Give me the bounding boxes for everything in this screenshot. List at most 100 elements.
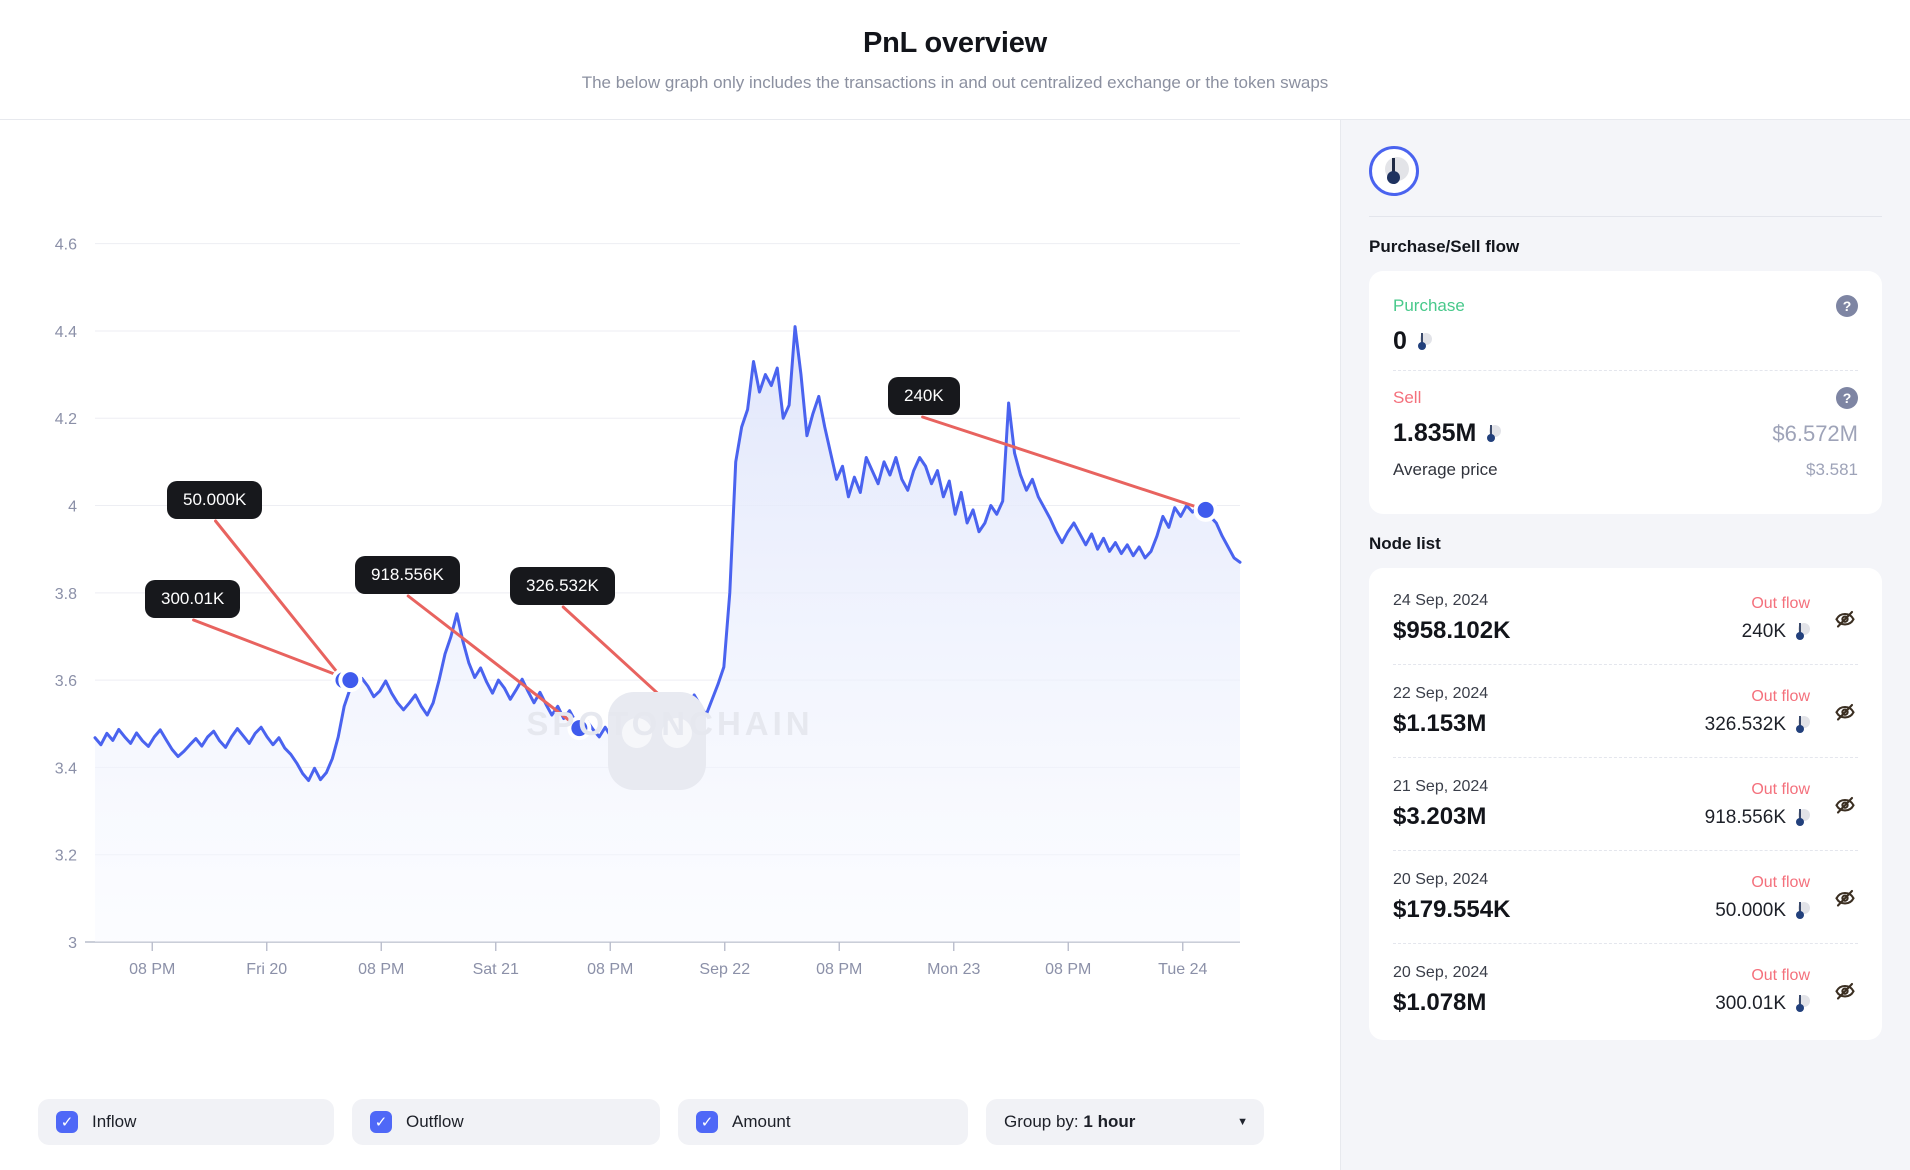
purchase-help-icon[interactable]: ? xyxy=(1836,295,1858,317)
sell-amount-value: 1.835M xyxy=(1393,419,1476,448)
annotation-tooltip-240k[interactable]: 240K xyxy=(888,377,960,415)
node-flow-direction: Out flow xyxy=(1751,874,1810,892)
node-token-amount-value: 300.01K xyxy=(1715,993,1786,1015)
node-usd-value: $179.554K xyxy=(1393,896,1510,924)
node-usd-value: $958.102K xyxy=(1393,617,1510,645)
node-date: 20 Sep, 2024 xyxy=(1393,964,1488,982)
token-mini-icon xyxy=(1793,901,1810,920)
node-flow-direction: Out flow xyxy=(1751,595,1810,613)
node-list-item[interactable]: 20 Sep, 2024 $1.078M Out flow 300.01K xyxy=(1393,943,1858,1036)
page-title: PnL overview xyxy=(863,26,1047,61)
outflow-label: Outflow xyxy=(406,1112,464,1132)
node-flow-direction: Out flow xyxy=(1751,967,1810,985)
purchase-amount: 0 xyxy=(1393,327,1432,356)
sidebar: Purchase/Sell flow Purchase ? 0 xyxy=(1340,120,1910,1170)
node-token-amount-value: 918.556K xyxy=(1705,807,1786,829)
svg-text:Sep 22: Sep 22 xyxy=(699,961,750,978)
token-mini-icon xyxy=(1793,994,1810,1013)
svg-text:3.2: 3.2 xyxy=(55,848,77,865)
toggle-inflow[interactable]: ✓ Inflow xyxy=(38,1099,334,1145)
token-mini-icon xyxy=(1793,622,1810,641)
node-usd-value: $1.078M xyxy=(1393,989,1488,1017)
amount-checkbox-icon[interactable]: ✓ xyxy=(696,1111,718,1133)
svg-text:08 PM: 08 PM xyxy=(816,961,862,978)
amount-label: Amount xyxy=(732,1112,791,1132)
annotation-tooltip-50000k[interactable]: 50.000K xyxy=(167,481,262,519)
sell-help-icon[interactable]: ? xyxy=(1836,387,1858,409)
eye-off-icon[interactable] xyxy=(1832,978,1858,1004)
inflow-checkbox-icon[interactable]: ✓ xyxy=(56,1111,78,1133)
svg-text:3: 3 xyxy=(68,935,77,952)
toggle-outflow[interactable]: ✓ Outflow xyxy=(352,1099,660,1145)
node-token-amount: 326.532K xyxy=(1705,714,1810,736)
annotation-tooltip-326-532k[interactable]: 326.532K xyxy=(510,567,615,605)
node-flow-direction: Out flow xyxy=(1751,781,1810,799)
node-token-amount: 918.556K xyxy=(1705,807,1810,829)
svg-text:3.6: 3.6 xyxy=(55,673,77,690)
node-list-item[interactable]: 22 Sep, 2024 $1.153M Out flow 326.532K xyxy=(1393,664,1858,757)
node-flow-direction: Out flow xyxy=(1751,688,1810,706)
sell-flow-row: Sell ? 1.835M $6.572M Average price $3.5… xyxy=(1393,370,1858,494)
svg-text:08 PM: 08 PM xyxy=(587,961,633,978)
svg-text:Tue 24: Tue 24 xyxy=(1158,961,1207,978)
purchase-label: Purchase xyxy=(1393,296,1465,316)
eye-off-icon[interactable] xyxy=(1832,699,1858,725)
svg-text:Fri 20: Fri 20 xyxy=(246,961,287,978)
page-subtitle: The below graph only includes the transa… xyxy=(582,73,1329,93)
node-token-amount: 50.000K xyxy=(1715,900,1810,922)
group-by-text: Group by: 1 hour xyxy=(1004,1112,1135,1132)
chart-controls: ✓ Inflow ✓ Outflow ✓ Amount Group by: 1 … xyxy=(0,1074,1340,1170)
page-body: SPOTONCHAIN 33.23.43.63.844.24.44.608 PM… xyxy=(0,120,1910,1170)
watermark-badge-icon xyxy=(608,692,706,790)
chevron-down-icon[interactable]: ▼ xyxy=(1237,1116,1248,1128)
eye-off-icon[interactable] xyxy=(1832,606,1858,632)
annotation-tooltip-300-01k[interactable]: 300.01K xyxy=(145,580,240,618)
purchase-flow-row: Purchase ? 0 xyxy=(1393,291,1858,370)
eye-off-icon[interactable] xyxy=(1832,885,1858,911)
svg-text:3.8: 3.8 xyxy=(55,586,77,603)
svg-text:Mon 23: Mon 23 xyxy=(927,961,980,978)
svg-text:08 PM: 08 PM xyxy=(358,961,404,978)
toggle-amount[interactable]: ✓ Amount xyxy=(678,1099,968,1145)
group-by-value: 1 hour xyxy=(1083,1112,1135,1131)
average-price-value: $3.581 xyxy=(1806,460,1858,480)
token-mini-icon xyxy=(1793,808,1810,827)
purchase-sell-flow-heading: Purchase/Sell flow xyxy=(1369,237,1882,257)
node-token-amount-value: 50.000K xyxy=(1715,900,1786,922)
node-token-amount-value: 240K xyxy=(1742,621,1786,643)
svg-text:4.6: 4.6 xyxy=(55,237,77,254)
token-mini-icon xyxy=(1793,715,1810,734)
chart-area[interactable]: SPOTONCHAIN 33.23.43.63.844.24.44.608 PM… xyxy=(0,120,1340,1074)
chart-pane: SPOTONCHAIN 33.23.43.63.844.24.44.608 PM… xyxy=(0,120,1340,1170)
svg-text:4.4: 4.4 xyxy=(55,324,77,341)
node-usd-value: $3.203M xyxy=(1393,803,1488,831)
node-list-heading: Node list xyxy=(1369,534,1882,554)
token-mini-icon xyxy=(1484,424,1501,443)
svg-text:4: 4 xyxy=(68,499,77,516)
sell-label: Sell xyxy=(1393,388,1421,408)
eye-off-icon[interactable] xyxy=(1832,792,1858,818)
node-date: 20 Sep, 2024 xyxy=(1393,871,1510,889)
svg-text:3.4: 3.4 xyxy=(55,760,77,777)
token-logo-icon xyxy=(1369,146,1419,196)
sell-usd-value: $6.572M xyxy=(1772,421,1858,447)
pnl-overview-page: PnL overview The below graph only includ… xyxy=(0,0,1910,1170)
node-date: 24 Sep, 2024 xyxy=(1393,592,1510,610)
node-usd-value: $1.153M xyxy=(1393,710,1488,738)
node-list-item[interactable]: 24 Sep, 2024 $958.102K Out flow 240K xyxy=(1393,572,1858,664)
svg-text:4.2: 4.2 xyxy=(55,411,77,428)
svg-text:08 PM: 08 PM xyxy=(1045,961,1091,978)
sell-amount: 1.835M xyxy=(1393,419,1501,448)
node-token-amount-value: 326.532K xyxy=(1705,714,1786,736)
svg-text:08 PM: 08 PM xyxy=(129,961,175,978)
node-list-item[interactable]: 21 Sep, 2024$3.203MOut flow918.556K xyxy=(1393,757,1858,850)
svg-text:Sat 21: Sat 21 xyxy=(473,961,519,978)
purchase-sell-flow-card: Purchase ? 0 Sell ? xyxy=(1369,271,1882,514)
group-by-select[interactable]: Group by: 1 hour ▼ xyxy=(986,1099,1264,1145)
annotation-tooltip-918-556k[interactable]: 918.556K xyxy=(355,556,460,594)
node-list-item[interactable]: 20 Sep, 2024 $179.554K Out flow 50.000K xyxy=(1393,850,1858,943)
token-mini-icon xyxy=(1415,332,1432,351)
inflow-label: Inflow xyxy=(92,1112,136,1132)
node-date: 22 Sep, 2024 xyxy=(1393,685,1488,703)
outflow-checkbox-icon[interactable]: ✓ xyxy=(370,1111,392,1133)
